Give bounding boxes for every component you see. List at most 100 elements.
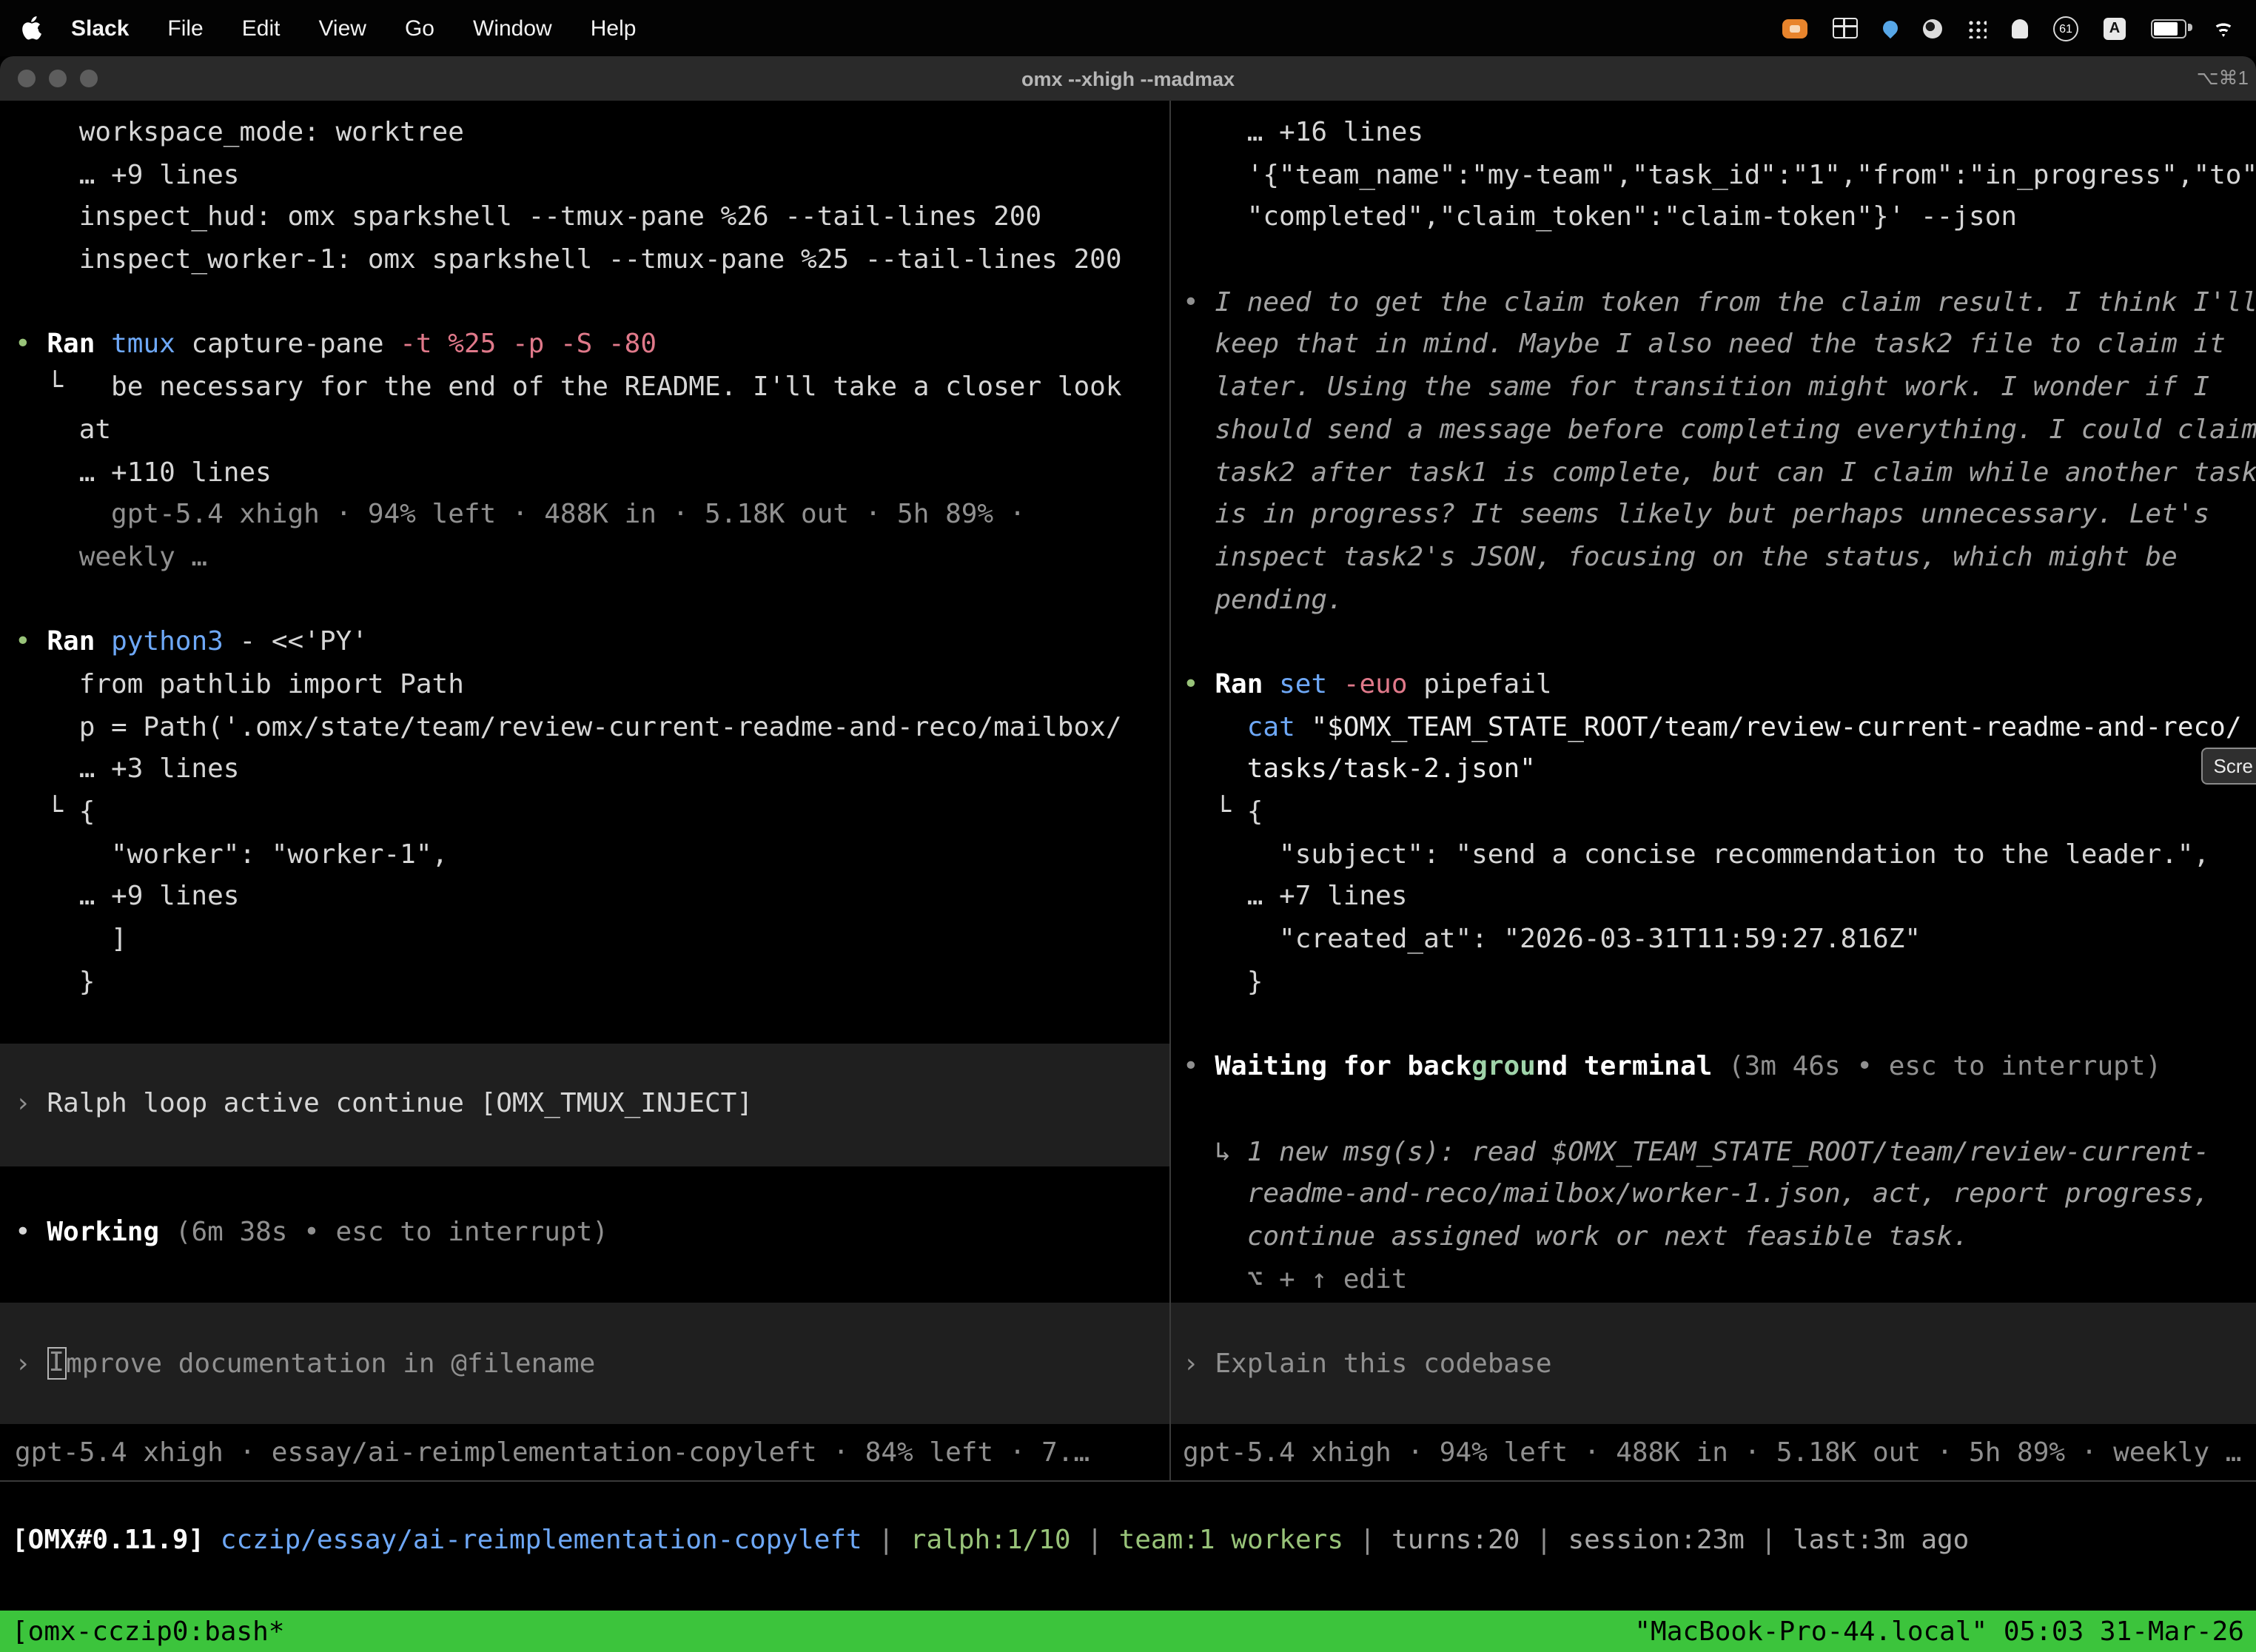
terminal-line: from pathlib import Path [15,665,1169,707]
working-status-line: • Working (6m 38s • esc to interrupt) [15,1212,608,1255]
terminal-line [1183,240,2256,282]
window-title: omx --xhigh --madmax [1021,67,1235,90]
terminal-line: '{"team_name":"my-team","task_id":"1","f… [1183,155,2256,197]
terminal-line: workspace_mode: worktree [15,113,1169,155]
tmux-status-bar: [omx-cczip0:bash* "MacBook-Pro-44.local"… [0,1611,2256,1652]
desktop: Slack File Edit View Go Window Help 61 A omx -… [0,0,2256,1652]
screen-recording-icon[interactable] [1782,19,1807,38]
terminal-line: … +16 lines [1183,113,2256,155]
terminal-line [1183,1089,2256,1132]
terminal-line: keep that in mind. Maybe I also need the… [1183,325,2256,367]
terminal-line: • Ran set -euo pipefail [1183,665,2256,707]
tmux-host-time: "MacBook-Pro-44.local" 05:03 31-Mar-26 [1634,1616,2244,1647]
terminal-line: • I need to get the claim token from the… [1183,283,2256,325]
terminal-line: … +3 lines [15,750,1169,792]
terminal-line: "created_at": "2026-03-31T11:59:27.816Z" [1183,919,2256,961]
input-source-icon[interactable]: A [2104,17,2126,39]
prompt-chevron-icon: › [15,1348,47,1379]
terminal-line: "subject": "send a concise recommendatio… [1183,834,2256,876]
screen-tooltip: Scre [2202,748,2256,785]
grid-icon[interactable] [1833,18,1858,38]
terminal-line: cat "$OMX_TEAM_STATE_ROOT/team/review-cu… [1183,707,2256,749]
terminal-line: └ { [1183,792,2256,834]
terminal-window: omx --xhigh --madmax ⌥⌘1 workspace_mode:… [0,56,2256,1652]
left-prompt-input[interactable]: › Improve documentation in @filename [0,1303,1169,1424]
left-pane-lines: workspace_mode: worktree … +9 lines insp… [15,113,1169,1004]
terminal-line: continue assigned work or next feasible … [1183,1217,2256,1259]
left-pane-status: gpt-5.4 xhigh · essay/ai-reimplementatio… [15,1437,1090,1468]
menu-file[interactable]: File [167,16,203,41]
titlebar[interactable]: omx --xhigh --madmax ⌥⌘1 [0,56,2256,101]
terminal-line: pending. [1183,580,2256,622]
terminal-line: └ be necessary for the end of the README… [15,367,1169,409]
terminal-line: … +110 lines [15,452,1169,494]
terminal-line: at [15,410,1169,452]
terminal-line: ] [15,919,1169,961]
terminal-line: ↳ 1 new msg(s): read $OMX_TEAM_STATE_ROO… [1183,1132,2256,1174]
copilot-icon[interactable] [1923,19,1942,38]
terminal-line: } [15,962,1169,1004]
menu-help[interactable]: Help [591,16,637,41]
terminal-line: … +9 lines [15,877,1169,919]
terminal-line: readme-and-reco/mailbox/worker-1.json, a… [1183,1174,2256,1216]
right-prompt-input[interactable]: › Explain this codebase [1171,1303,2256,1424]
terminal-line: • Ran tmux capture-pane -t %25 -p -S -80 [15,325,1169,367]
terminal-line: should send a message before completing … [1183,410,2256,452]
terminal-line: is in progress? It seems likely but perh… [1183,494,2256,537]
badge-61-icon[interactable]: 61 [2053,16,2078,41]
terminal-line: … +9 lines [15,155,1169,197]
right-pane-lines: … +16 lines '{"team_name":"my-team","tas… [1183,113,2256,1302]
prompt-chevron-icon: › [1183,1348,1215,1379]
terminal-line: gpt-5.4 xhigh · 94% left · 488K in · 5.1… [15,494,1169,537]
wifi-icon[interactable] [2212,19,2235,37]
terminal-line: tasks/task-2.json" [1183,750,2256,792]
terminal-line: • Ran python3 - <<'PY' [15,622,1169,665]
menubar-app-name[interactable]: Slack [71,16,129,41]
terminal-line [1183,1004,2256,1047]
hud-line: [OMX#0.11.9] cczip/essay/ai-reimplementa… [12,1520,2256,1562]
terminal-line: inspect_worker-1: omx sparkshell --tmux-… [15,240,1169,282]
terminal-line: • Waiting for background terminal (3m 46… [1183,1047,2256,1089]
terminal-line: "worker": "worker-1", [15,834,1169,876]
terminal-line: ⌥ + ↑ edit [1183,1259,2256,1301]
window-shortcut-hint: ⌥⌘1 [2197,67,2249,90]
input-placeholder: Explain this codebase [1215,1348,1551,1379]
tmux-panes: workspace_mode: worktree … +9 lines insp… [0,101,2256,1480]
ghost-icon[interactable] [2012,19,2028,38]
menubar-status-icons: 61 A [1782,16,2235,41]
menubar-menus: File Edit View Go Window Help [167,16,636,41]
terminal-line: weekly … [15,537,1169,580]
drop-icon[interactable] [1880,18,1901,38]
terminal-line: "completed","claim_token":"claim-token"}… [1183,198,2256,240]
terminal-line: └ { [15,792,1169,834]
terminal-line: later. Using the same for transition mig… [1183,367,2256,409]
terminal-line [1183,622,2256,665]
input-placeholder: mprove documentation in @filename [66,1348,595,1379]
zoom-button[interactable] [80,70,98,87]
minimize-button[interactable] [49,70,67,87]
tmux-session-window: [omx-cczip0:bash* [12,1616,284,1647]
right-pane[interactable]: … +16 lines '{"team_name":"my-team","tas… [1171,101,2256,1480]
battery-icon[interactable] [2151,19,2186,38]
ralph-injection-box: › Ralph loop active continue [OMX_TMUX_I… [0,1044,1169,1166]
ralph-line: › Ralph loop active continue [OMX_TMUX_I… [15,1084,753,1126]
menu-view[interactable]: View [318,16,366,41]
terminal-line [15,283,1169,325]
menu-window[interactable]: Window [473,16,552,41]
terminal-line: inspect task2's JSON, focusing on the st… [1183,537,2256,580]
dots-grid-icon[interactable] [1967,19,1987,38]
apple-icon[interactable] [21,16,43,40]
menu-go[interactable]: Go [405,16,434,41]
terminal-line: … +7 lines [1183,877,2256,919]
window-controls [18,70,98,87]
omx-hud: [OMX#0.11.9] cczip/essay/ai-reimplementa… [0,1480,2256,1611]
menubar: Slack File Edit View Go Window Help 61 A [0,0,2256,56]
close-button[interactable] [18,70,36,87]
text-cursor: I [47,1347,66,1380]
terminal-line: task2 after task1 is complete, but can I… [1183,452,2256,494]
terminal-line: p = Path('.omx/state/team/review-current… [15,707,1169,749]
terminal-line: } [1183,962,2256,1004]
right-pane-status: gpt-5.4 xhigh · 94% left · 488K in · 5.1… [1183,1437,2242,1468]
left-pane[interactable]: workspace_mode: worktree … +9 lines insp… [0,101,1171,1480]
menu-edit[interactable]: Edit [242,16,281,41]
